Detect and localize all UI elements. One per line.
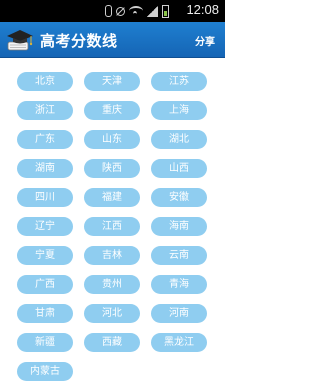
province-button[interactable]: 广西 [17, 275, 73, 294]
province-button[interactable]: 河北 [84, 304, 140, 323]
province-button[interactable]: 江西 [84, 217, 140, 236]
share-button[interactable]: 分享 [195, 33, 215, 48]
province-button[interactable]: 新疆 [17, 333, 73, 352]
province-button[interactable]: 陕西 [84, 159, 140, 178]
page-title: 高考分数线 [40, 32, 118, 50]
province-button[interactable]: 内蒙古 [17, 362, 73, 381]
province-button[interactable]: 安徽 [151, 188, 207, 207]
province-button[interactable]: 海南 [151, 217, 207, 236]
signal-icon [147, 5, 158, 17]
status-icons [105, 3, 169, 19]
province-button[interactable]: 宁夏 [17, 246, 73, 265]
mute-icon [116, 6, 125, 16]
province-grid: 北京 天津 江苏浙江 重庆 上海广东 山东 湖北湖南 陕西 山西四川 福建 安徽辽宁 江西 海南宁夏 吉林… [17, 72, 212, 381]
province-button[interactable]: 山东 [84, 130, 140, 149]
province-button[interactable]: 吉林 [84, 246, 140, 265]
app-header: 高考分数线 分享 [0, 22, 225, 58]
graduation-cap-icon [7, 30, 33, 51]
province-button[interactable]: 福建 [84, 188, 140, 207]
province-button[interactable]: 甘肃 [17, 304, 73, 323]
province-button[interactable]: 青海 [151, 275, 207, 294]
province-button[interactable]: 云南 [151, 246, 207, 265]
province-button[interactable]: 湖南 [17, 159, 73, 178]
province-button[interactable]: 西藏 [84, 333, 140, 352]
bluetooth-icon [105, 5, 112, 17]
status-bar: 12:08 [0, 0, 225, 22]
province-button[interactable]: 重庆 [84, 101, 140, 120]
province-button[interactable]: 江苏 [151, 72, 207, 91]
province-button[interactable]: 山西 [151, 159, 207, 178]
province-button[interactable]: 浙江 [17, 101, 73, 120]
province-button[interactable]: 辽宁 [17, 217, 73, 236]
battery-icon [162, 4, 169, 18]
province-button[interactable]: 黑龙江 [151, 333, 207, 352]
province-button[interactable]: 河南 [151, 304, 207, 323]
status-time: 12:08 [186, 2, 219, 17]
province-button[interactable]: 四川 [17, 188, 73, 207]
province-button[interactable]: 广东 [17, 130, 73, 149]
province-button[interactable]: 湖北 [151, 130, 207, 149]
wifi-icon [129, 6, 143, 16]
province-button[interactable]: 上海 [151, 101, 207, 120]
province-button[interactable]: 天津 [84, 72, 140, 91]
province-button[interactable]: 贵州 [84, 275, 140, 294]
province-button[interactable]: 北京 [17, 72, 73, 91]
